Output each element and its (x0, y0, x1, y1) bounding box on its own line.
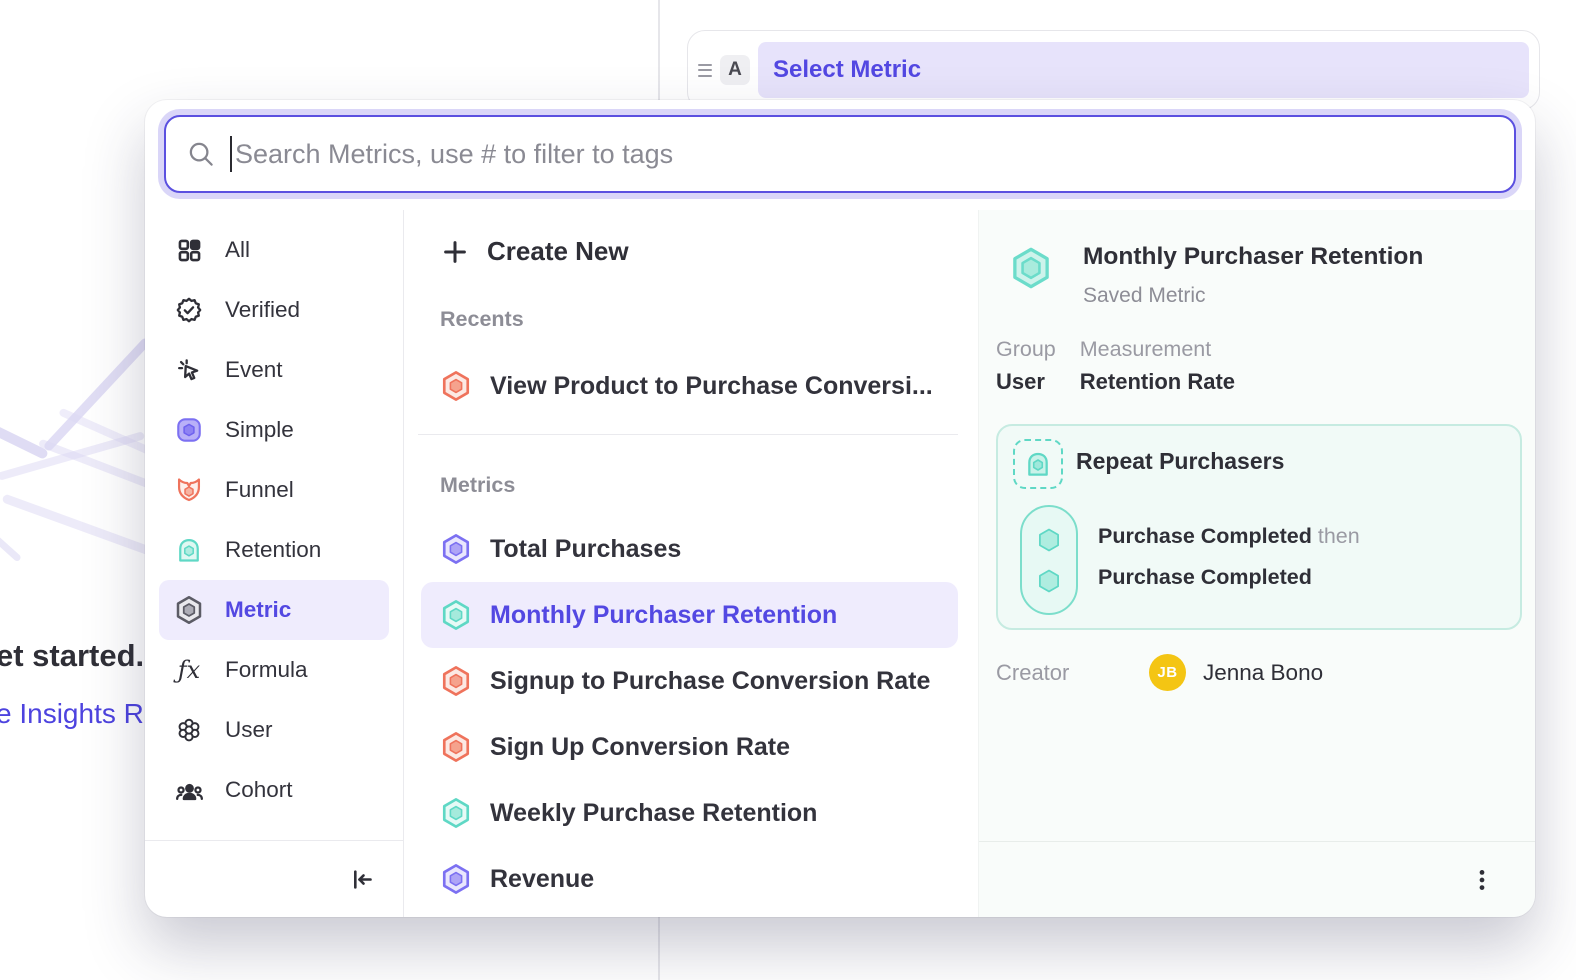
purple-metric-hexagon-icon (440, 863, 472, 895)
teal-metric-hexagon-icon (440, 797, 472, 829)
detail-footer (979, 841, 1535, 917)
drag-handle-icon[interactable] (698, 64, 712, 77)
verified-badge-icon (174, 295, 204, 325)
creator-name: Jenna Bono (1203, 660, 1323, 686)
create-new-button[interactable]: Create New (440, 236, 629, 267)
metric-picker-modal: All Verified (145, 100, 1535, 917)
detail-title: Monthly Purchaser Retention (1083, 243, 1423, 271)
metric-definition-card: Repeat Purchasers Purchase Completed the… (996, 424, 1522, 630)
formula-icon: ƒx (174, 655, 204, 685)
detail-subtitle: Saved Metric (1083, 284, 1206, 308)
purple-metric-hexagon-icon (440, 533, 472, 565)
coral-metric-hexagon-icon (440, 665, 472, 697)
metric-row-signup-to-purchase-conversion-rate[interactable]: Signup to Purchase Conversion Rate (404, 648, 978, 714)
step-2: Purchase Completed (1098, 565, 1312, 590)
metric-row-monthly-purchaser-retention[interactable]: Monthly Purchaser Retention (421, 582, 958, 648)
metrics-section-label: Metrics (440, 473, 515, 498)
metric-detail-panel: Monthly Purchaser Retention Saved Metric… (978, 210, 1535, 917)
sidebar-item-user[interactable]: User (145, 700, 403, 760)
sidebar-item-funnel[interactable]: Funnel (145, 460, 403, 520)
background-insights-link[interactable]: e Insights Re (0, 698, 159, 730)
saved-metric-hexagon-icon (1009, 246, 1053, 290)
sidebar-footer (145, 840, 403, 917)
steps-capsule (1020, 505, 1078, 615)
background-get-started-text: et started. (0, 638, 144, 674)
sidebar-item-formula[interactable]: ƒx Formula (145, 640, 403, 700)
sidebar-item-simple[interactable]: Simple (145, 400, 403, 460)
type-filter-sidebar: All Verified (145, 210, 403, 917)
text-cursor (230, 136, 232, 172)
metric-row-sign-up-conversion-rate[interactable]: Sign Up Conversion Rate (404, 714, 978, 780)
sidebar-item-retention[interactable]: Retention (145, 520, 403, 580)
retention-icon (174, 535, 204, 565)
metric-row-weekly-purchase-retention[interactable]: Weekly Purchase Retention (404, 780, 978, 846)
step-hexagon-icon (1035, 526, 1063, 554)
avatar: JB (1149, 654, 1186, 691)
step-1: Purchase Completed then (1098, 524, 1360, 549)
user-cluster-icon (174, 715, 204, 745)
retention-definition-icon (1013, 439, 1063, 489)
simple-metric-icon (174, 415, 204, 445)
recents-section-label: Recents (440, 307, 524, 332)
meta-group: Group User (996, 337, 1056, 395)
search-input[interactable] (235, 139, 1494, 170)
creator-label: Creator (996, 660, 1149, 686)
section-divider (418, 434, 958, 435)
sidebar-item-event[interactable]: Event (145, 340, 403, 400)
collapse-panel-icon[interactable] (348, 866, 375, 893)
cursor-click-icon (174, 355, 204, 385)
search-bar[interactable] (164, 115, 1516, 193)
detail-meta: Group User Measurement Retention Rate (996, 337, 1235, 395)
definition-title: Repeat Purchasers (1076, 448, 1284, 475)
teal-metric-hexagon-icon (440, 599, 472, 631)
sidebar-item-verified[interactable]: Verified (145, 280, 403, 340)
cohort-icon (174, 775, 204, 805)
funnel-metric-hexagon-icon (440, 370, 472, 402)
meta-measurement: Measurement Retention Rate (1080, 337, 1235, 395)
metrics-list: Total Purchases Monthly Purchaser Retent… (404, 516, 978, 912)
coral-metric-hexagon-icon (440, 731, 472, 763)
series-letter-badge: A (720, 55, 750, 85)
creator-row: Creator JB Jenna Bono (996, 654, 1518, 691)
step-hexagon-icon (1035, 567, 1063, 595)
sidebar-item-all[interactable]: All (145, 220, 403, 280)
sidebar-item-metric[interactable]: Metric (159, 580, 389, 640)
metric-row-revenue[interactable]: Revenue (404, 846, 978, 912)
search-icon (186, 139, 216, 169)
funnel-icon (174, 475, 204, 505)
select-metric-button[interactable]: Select Metric (758, 42, 1529, 98)
query-builder-row: A Select Metric (687, 30, 1540, 110)
metric-hexagon-icon (174, 595, 204, 625)
grid-icon (174, 235, 204, 265)
plus-icon (440, 237, 470, 267)
sidebar-item-cohort[interactable]: Cohort (145, 760, 403, 820)
recent-item[interactable]: View Product to Purchase Conversi... (404, 354, 978, 418)
metric-row-total-purchases[interactable]: Total Purchases (404, 516, 978, 582)
metric-list-column: Create New Recents View Product to Purch… (403, 210, 978, 917)
kebab-menu-icon[interactable] (1469, 867, 1495, 893)
